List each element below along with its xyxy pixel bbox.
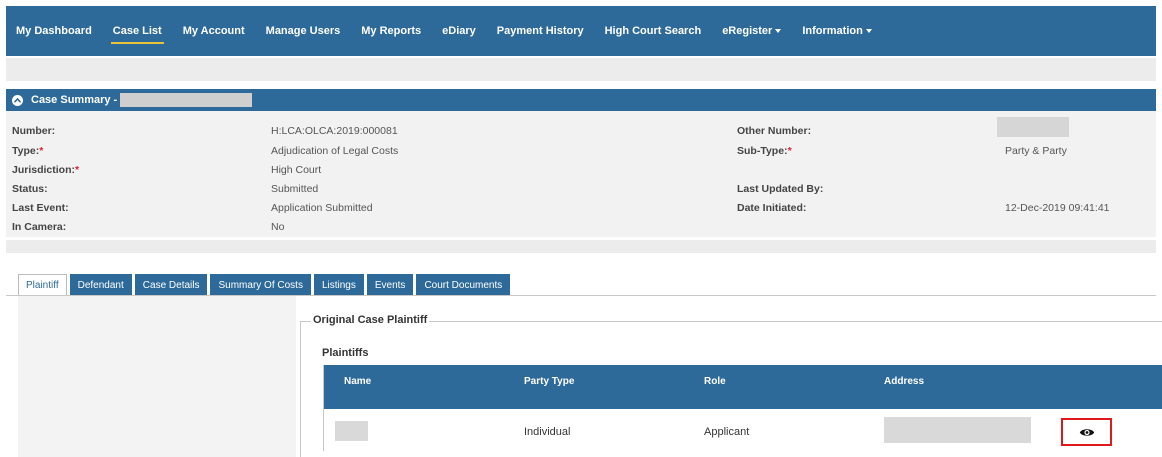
number-value: H:LCA:OLCA:2019:000081 xyxy=(271,125,398,137)
case-summary-header[interactable]: Case Summary - xyxy=(6,89,1156,111)
status-value: Submitted xyxy=(271,183,319,195)
in-camera-value: No xyxy=(271,221,285,233)
eye-icon xyxy=(1079,428,1094,436)
nav-high-court-search-label: High Court Search xyxy=(604,25,702,37)
nav-manage-users[interactable]: Manage Users xyxy=(266,6,341,56)
number-label: Number: xyxy=(12,125,56,137)
tab-listings[interactable]: Listings xyxy=(313,274,364,296)
summary-row-number: Number: H:LCA:OLCA:2019:000081 Other Num… xyxy=(6,117,1156,141)
redacted-other-number xyxy=(997,117,1069,137)
toolbar-band xyxy=(6,58,1156,81)
summary-row-last-event: Last Event: Application Submitted Date I… xyxy=(6,202,1156,218)
last-updated-label: Last Updated By: xyxy=(737,183,824,195)
nav-payment-history-label: Payment History xyxy=(496,25,584,37)
tab-plaintiff[interactable]: Plaintiff xyxy=(18,274,67,296)
nav-my-account[interactable]: My Account xyxy=(183,6,245,56)
last-event-value: Application Submitted xyxy=(271,202,373,214)
left-panel xyxy=(18,296,296,457)
redacted-address xyxy=(884,417,1031,443)
type-value: Adjudication of Legal Costs xyxy=(271,145,399,157)
tab-summary-of-costs[interactable]: Summary Of Costs xyxy=(210,274,311,296)
nav-my-dashboard[interactable]: My Dashboard xyxy=(16,6,92,56)
redacted-name xyxy=(335,421,368,441)
nav-payment-history[interactable]: Payment History xyxy=(497,6,584,56)
role-cell: Applicant xyxy=(704,426,750,438)
jurisdiction-label: Jurisdiction:* xyxy=(12,164,80,176)
subtype-label: Sub-Type:* xyxy=(737,145,792,157)
nav-information-label: Information xyxy=(802,25,863,37)
main-navigation: My Dashboard Case List My Account Manage… xyxy=(6,6,1156,56)
tab-defendant[interactable]: Defendant xyxy=(69,274,132,296)
case-tabs: Plaintiff Defendant Case Details Summary… xyxy=(18,274,513,296)
summary-divider xyxy=(6,240,1156,253)
nav-high-court-search[interactable]: High Court Search xyxy=(605,6,702,56)
nav-information-dropdown[interactable]: Information xyxy=(802,6,872,56)
summary-row-type: Type:* Adjudication of Legal Costs Sub-T… xyxy=(6,145,1156,161)
view-party-button[interactable] xyxy=(1061,418,1112,446)
redacted-case-name xyxy=(120,93,253,107)
nav-manage-users-label: Manage Users xyxy=(265,25,341,37)
tab-case-details[interactable]: Case Details xyxy=(134,274,208,296)
tab-events[interactable]: Events xyxy=(366,274,414,296)
fieldset-title: Original Case Plaintiff xyxy=(311,314,430,326)
caret-down-icon xyxy=(865,29,872,33)
column-address[interactable]: Address xyxy=(884,376,924,387)
type-label: Type:* xyxy=(12,145,44,157)
status-label: Status: xyxy=(12,183,48,195)
chevron-up-icon[interactable] xyxy=(12,94,23,106)
nav-eregister-label: eRegister xyxy=(722,25,773,37)
party-type-cell: Individual xyxy=(524,426,571,438)
column-role[interactable]: Role xyxy=(704,376,726,387)
nav-my-dashboard-label: My Dashboard xyxy=(16,25,92,37)
nav-eregister-dropdown[interactable]: eRegister xyxy=(722,6,782,56)
caret-down-icon xyxy=(775,29,782,33)
nav-ediary[interactable]: eDiary xyxy=(442,6,476,56)
summary-row-in-camera: In Camera: No xyxy=(6,221,1156,237)
column-name[interactable]: Name xyxy=(344,376,371,387)
other-number-label: Other Number: xyxy=(737,125,812,137)
last-event-label: Last Event: xyxy=(12,202,69,214)
nav-ediary-label: eDiary xyxy=(442,25,476,37)
date-initiated-label: Date Initiated: xyxy=(737,202,807,214)
nav-my-reports[interactable]: My Reports xyxy=(361,6,421,56)
case-summary-title: Case Summary - xyxy=(31,94,118,106)
case-summary-body: Number: H:LCA:OLCA:2019:000081 Other Num… xyxy=(6,111,1156,237)
nav-my-account-label: My Account xyxy=(182,25,245,37)
nav-case-list-label: Case List xyxy=(112,25,162,37)
jurisdiction-value: High Court xyxy=(271,164,322,176)
date-initiated-value: 12-Dec-2019 09:41:41 xyxy=(1005,202,1110,214)
column-party-type[interactable]: Party Type xyxy=(524,376,574,387)
plaintiffs-heading: Plaintiffs xyxy=(322,347,369,359)
nav-my-reports-label: My Reports xyxy=(361,25,422,37)
in-camera-label: In Camera: xyxy=(12,221,67,233)
table-row: Individual Applicant xyxy=(324,409,1162,451)
summary-row-status: Status: Submitted Last Updated By: xyxy=(6,183,1156,199)
table-header: Name Party Type Role Address xyxy=(324,365,1162,409)
nav-case-list[interactable]: Case List xyxy=(110,6,164,56)
subtype-value: Party & Party xyxy=(1005,145,1067,157)
plaintiffs-table: Name Party Type Role Address Individual … xyxy=(323,365,1162,451)
tab-court-documents[interactable]: Court Documents xyxy=(416,274,511,296)
summary-row-jurisdiction: Jurisdiction:* High Court xyxy=(6,164,1156,180)
